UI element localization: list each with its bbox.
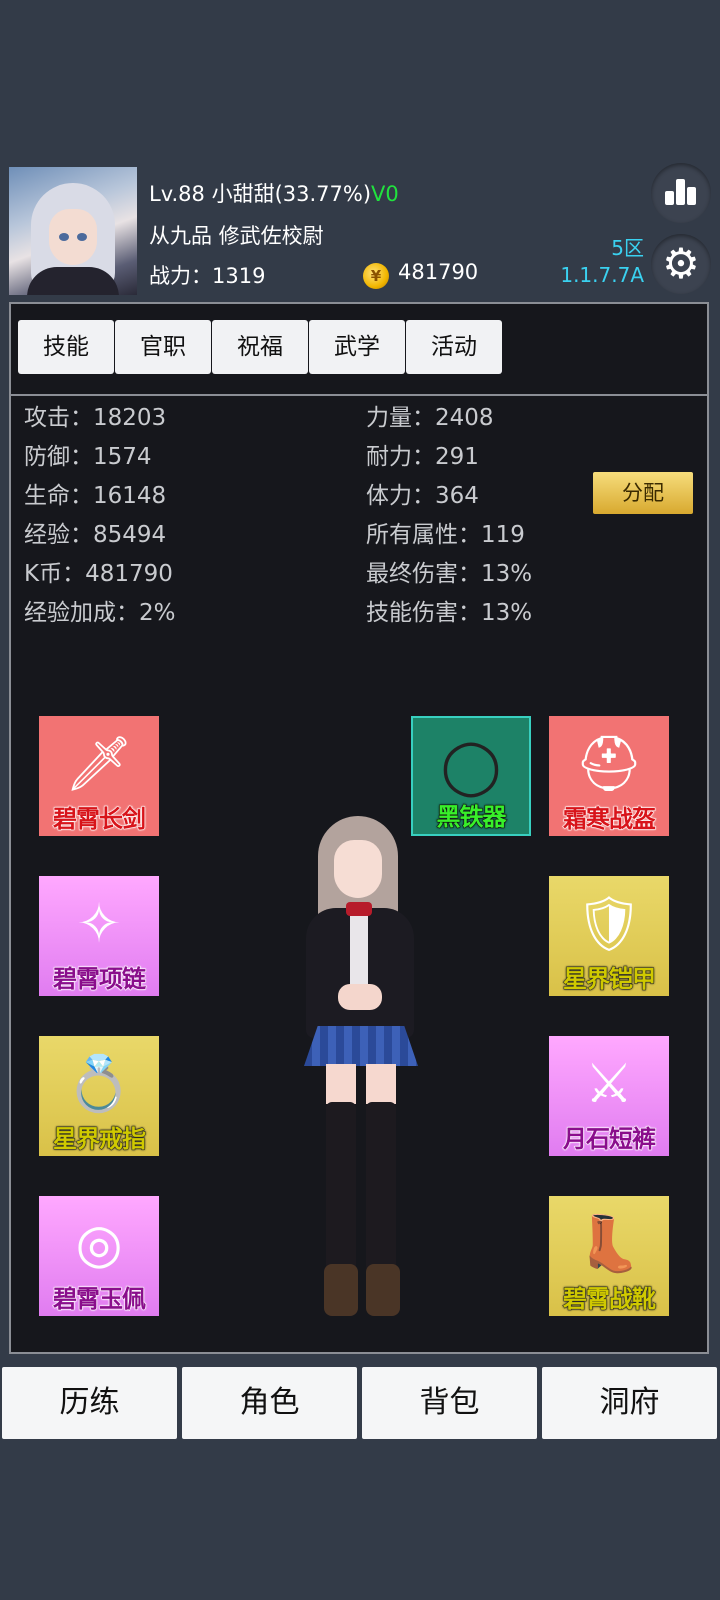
character-skirt	[304, 1026, 418, 1066]
armor-icon: 🛡	[574, 892, 644, 955]
stat-final-damage: 最终伤害：13%	[366, 561, 533, 587]
equip-name: 霜寒战盔	[563, 805, 657, 834]
tab-blessing[interactable]: 祝福	[212, 320, 308, 374]
avatar-clothing	[27, 267, 119, 295]
equip-name: 星界戒指	[53, 1125, 147, 1154]
stat-skill-damage: 技能伤害：13%	[366, 600, 533, 626]
stat-stamina: 体力：364	[366, 483, 479, 509]
player-rank-title: 从九品 修武佐校尉	[149, 224, 324, 248]
equip-name: 碧霄长剑	[53, 805, 147, 834]
necklace-icon: ✧	[76, 892, 122, 955]
character-bow	[346, 902, 372, 916]
nav-cave-dwelling[interactable]: 洞府	[542, 1367, 717, 1439]
avatar-face	[49, 209, 97, 265]
player-level-text: Lv.88 小甜甜(33.77%)	[149, 182, 372, 206]
assign-points-button[interactable]: 分配	[593, 472, 693, 514]
tab-activities[interactable]: 活动	[406, 320, 502, 374]
character-leg	[326, 1102, 356, 1272]
boots-icon: 👢	[575, 1212, 643, 1275]
stat-all-attributes: 所有属性：119	[366, 522, 525, 548]
stat-defense: 防御：1574	[24, 444, 152, 470]
equip-slot-weapon[interactable]: 🗡 碧霄长剑	[39, 716, 159, 836]
equip-slot-helmet[interactable]: ⛑ 霜寒战盔	[549, 716, 669, 836]
sword-icon: 🗡	[64, 732, 134, 795]
equip-name: 月石短裤	[563, 1125, 657, 1154]
leg-guard-icon: ⚔	[584, 1052, 634, 1115]
character-shirt	[350, 912, 368, 992]
equip-slot-necklace[interactable]: ✧ 碧霄项链	[39, 876, 159, 996]
character-leg	[366, 1102, 396, 1272]
tab-martial-arts[interactable]: 武学	[309, 320, 405, 374]
avatar-eye	[59, 233, 69, 241]
server-zone: 5区	[611, 236, 644, 260]
equip-slot-artifact[interactable]: ◯ 黑铁器	[411, 716, 531, 836]
tab-official-rank[interactable]: 官职	[115, 320, 211, 374]
gold-coin-icon: ¥	[363, 263, 389, 289]
equip-slot-pendant[interactable]: ◎ 碧霄玉佩	[39, 1196, 159, 1316]
ring-icon: 💍	[65, 1052, 133, 1115]
character-panel: 技能 官职 祝福 武学 活动 攻击：18203 防御：1574 生命：16148…	[9, 302, 709, 1354]
equip-name: 黑铁器	[436, 803, 507, 832]
gear-icon: ⚙	[662, 239, 700, 288]
game-version: 1.1.7.7A	[560, 263, 644, 287]
character-boot	[366, 1264, 400, 1316]
equip-name: 碧霄战靴	[563, 1285, 657, 1314]
character-face	[334, 840, 382, 898]
character-hands	[338, 984, 382, 1010]
nav-character[interactable]: 角色	[182, 1367, 357, 1439]
iron-ring-icon: ◯	[440, 734, 502, 797]
equip-name: 碧霄项链	[53, 965, 147, 994]
leaderboard-button[interactable]	[651, 163, 711, 223]
player-avatar[interactable]	[9, 167, 137, 295]
stat-endurance: 耐力：291	[366, 444, 479, 470]
character-model	[296, 816, 426, 1336]
avatar-eye	[77, 233, 87, 241]
bar-chart-icon	[665, 179, 697, 205]
character-thigh	[366, 1064, 396, 1104]
helmet-icon: ⛑	[574, 732, 644, 795]
feature-tab-bar: 技能 官职 祝福 武学 活动	[11, 304, 707, 396]
stat-exp: 经验：85494	[24, 522, 167, 548]
nav-backpack[interactable]: 背包	[362, 1367, 537, 1439]
settings-button[interactable]: ⚙	[651, 234, 711, 294]
player-gold: 481790	[398, 260, 479, 284]
equip-slot-boots[interactable]: 👢 碧霄战靴	[549, 1196, 669, 1316]
nav-training[interactable]: 历练	[2, 1367, 177, 1439]
stat-kcoin: K币：481790	[24, 561, 173, 587]
jade-pendant-icon: ◎	[75, 1212, 123, 1275]
stat-hp: 生命：16148	[24, 483, 167, 509]
equip-slot-legs[interactable]: ⚔ 月石短裤	[549, 1036, 669, 1156]
stat-attack: 攻击：18203	[24, 405, 167, 431]
player-power: 战力：1319	[149, 264, 266, 288]
equip-slot-ring[interactable]: 💍 星界戒指	[39, 1036, 159, 1156]
character-boot	[324, 1264, 358, 1316]
vip-badge: V0	[371, 182, 399, 206]
stat-strength: 力量：2408	[366, 405, 494, 431]
player-level-name: Lv.88 小甜甜(33.77%)V0	[149, 178, 399, 208]
stat-exp-bonus: 经验加成：2%	[24, 600, 176, 626]
character-thigh	[326, 1064, 356, 1104]
tab-skills[interactable]: 技能	[18, 320, 114, 374]
equip-slot-armor[interactable]: 🛡 星界铠甲	[549, 876, 669, 996]
equip-name: 碧霄玉佩	[53, 1285, 147, 1314]
equip-name: 星界铠甲	[563, 965, 657, 994]
